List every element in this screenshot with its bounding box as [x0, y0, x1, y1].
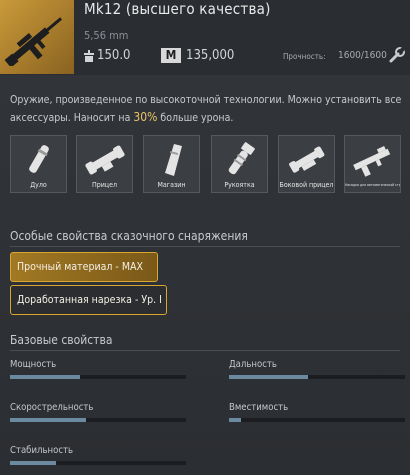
item-detail-panel: Mk12 (высшего качества) 5,56 mm 150.0 M … [0, 0, 410, 475]
muzzle-icon [29, 145, 49, 173]
divider [10, 350, 400, 351]
durability-value: 1600/1600 [338, 50, 387, 61]
stat-stability-fill [10, 461, 56, 465]
stat-range-fill [229, 375, 309, 379]
perk-material[interactable]: Прочный материал - MAX [10, 252, 158, 282]
item-name: Mk12 (высшего качества) [84, 0, 271, 18]
slot-side-scope[interactable]: Боковой прицел [278, 135, 335, 193]
durability-label: Прочность: [283, 52, 326, 61]
rifle-icon [4, 17, 63, 66]
slot-auto-fire[interactable]: Насадка для автоматической стрельбы [344, 135, 401, 193]
perk-rifling[interactable]: Доработанная нарезка - Ур. I [10, 285, 167, 315]
description-text-end: больше урона. [157, 112, 234, 124]
weapon-thumbnail [0, 0, 74, 74]
base-properties-title: Базовые свойства [10, 333, 113, 347]
item-header: Mk12 (высшего качества) 5,56 mm 150.0 M … [0, 0, 410, 75]
scope-icon [85, 145, 125, 175]
item-description: Оружие, произведенное по высокоточной те… [10, 92, 402, 127]
slot-label: Боковой прицел [279, 181, 334, 189]
stat-capacity-bar [229, 418, 405, 422]
stat-power-bar [10, 375, 186, 379]
stat-rate-fill [10, 418, 86, 422]
stat-stability-bar [10, 461, 186, 465]
special-properties-title: Особые свойства сказочного снаряжения [10, 229, 248, 243]
stat-stability-label: Стабильность [10, 445, 74, 456]
slot-muzzle[interactable]: Дуло [10, 135, 67, 193]
slot-label: Насадка для автоматической стрельбы [345, 183, 400, 187]
divider [10, 246, 400, 247]
stat-power-label: Мощность [10, 359, 57, 370]
slot-scope[interactable]: Прицел [76, 135, 133, 193]
slot-label: Прицел [91, 181, 118, 189]
damage-bonus: 30% [133, 110, 158, 124]
stat-rate-bar [10, 418, 186, 422]
stat-capacity-label: Вместимость [229, 402, 289, 413]
money-icon: M [161, 48, 181, 63]
item-weight: 150.0 [97, 48, 131, 63]
stat-power-fill [10, 375, 81, 379]
stat-capacity-fill [229, 418, 242, 422]
slot-magazine[interactable]: Магазин [143, 135, 200, 193]
slot-label: Магазин [157, 181, 186, 189]
slot-label: Дуло [30, 181, 47, 189]
stat-range-bar [229, 375, 405, 379]
slot-label: Рукоятка [224, 181, 255, 189]
side-scope-icon [289, 146, 325, 173]
weight-icon [84, 50, 94, 62]
stat-range-label: Дальность [229, 359, 277, 370]
item-price: 135,000 [186, 48, 235, 63]
wrench-icon[interactable] [388, 46, 406, 64]
auto-fire-icon [353, 145, 391, 177]
item-caliber: 5,56 mm [84, 29, 129, 42]
slot-grip[interactable]: Рукоятка [211, 135, 268, 193]
grip-icon [228, 142, 255, 175]
stat-rate-label: Скорострельность [10, 402, 94, 413]
magazine-icon [165, 144, 182, 176]
